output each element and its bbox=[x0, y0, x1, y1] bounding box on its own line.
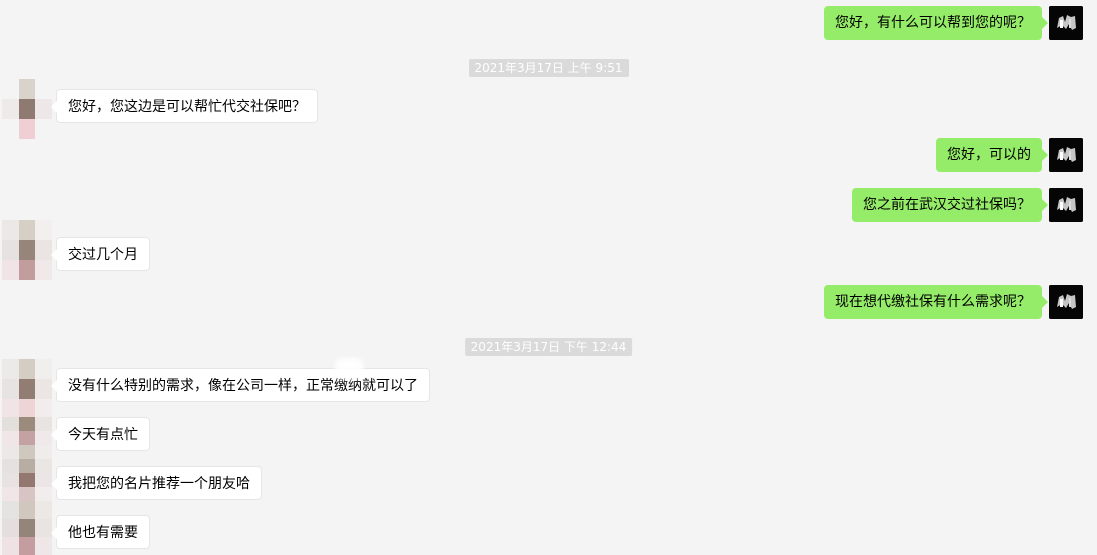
contact-avatar-icon[interactable] bbox=[2, 459, 52, 501]
contact-avatar-icon[interactable] bbox=[2, 79, 52, 139]
my-avatar-icon[interactable] bbox=[1049, 138, 1083, 172]
message-bubble-incoming[interactable]: 他也有需要 bbox=[51, 515, 150, 549]
message-bubble-outgoing[interactable]: 您好，可以的 bbox=[936, 138, 1048, 172]
contact-avatar-icon[interactable] bbox=[2, 417, 52, 459]
message-bubble-incoming[interactable]: 您好，您这边是可以帮忙代交社保吧？ bbox=[51, 89, 318, 123]
message-bubble-incoming[interactable]: 今天有点忙 bbox=[51, 417, 150, 451]
message-bubble-incoming[interactable]: 我把您的名片推荐一个朋友哈 bbox=[51, 466, 262, 500]
redaction-blur bbox=[335, 358, 363, 380]
message-bubble-incoming[interactable]: 交过几个月 bbox=[51, 237, 150, 271]
message-bubble-incoming[interactable]: 没有什么特别的需求，像在公司一样，正常缴纳就可以了 bbox=[51, 368, 430, 402]
timestamp: 2021年3月17日 上午 9:51 bbox=[468, 59, 629, 77]
my-avatar-icon[interactable] bbox=[1049, 188, 1083, 222]
message-bubble-outgoing[interactable]: 现在想代缴社保有什么需求呢？ bbox=[824, 285, 1048, 319]
message-bubble-outgoing[interactable]: 您之前在武汉交过社保吗？ bbox=[852, 188, 1048, 222]
message-bubble-outgoing[interactable]: 您好，有什么可以帮到您的呢？ bbox=[824, 6, 1048, 40]
my-avatar-icon[interactable] bbox=[1049, 285, 1083, 319]
contact-avatar-icon[interactable] bbox=[2, 220, 52, 280]
contact-avatar-icon[interactable] bbox=[2, 501, 52, 555]
timestamp: 2021年3月17日 下午 12:44 bbox=[464, 338, 633, 356]
chat-message-list[interactable]: 您好，有什么可以帮到您的呢？ 2021年3月17日 上午 9:51 您好，您这边… bbox=[0, 0, 1097, 555]
my-avatar-icon[interactable] bbox=[1049, 6, 1083, 40]
contact-avatar-icon[interactable] bbox=[2, 359, 52, 419]
